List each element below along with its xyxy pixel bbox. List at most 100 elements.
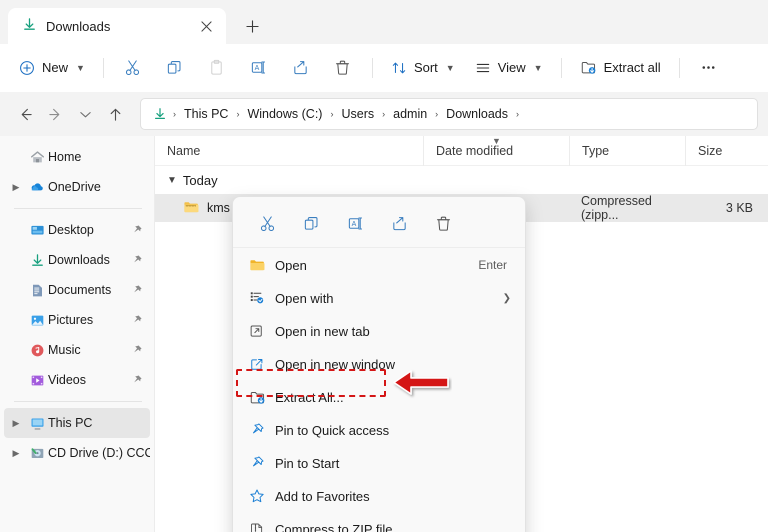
view-button[interactable]: View ▼ (466, 52, 552, 84)
pin-icon[interactable] (131, 314, 143, 326)
cut-icon[interactable] (113, 52, 153, 84)
cut-icon[interactable] (247, 207, 287, 239)
context-menu-item-label: Open in new tab (275, 323, 370, 339)
desktop-icon (26, 223, 48, 238)
share-icon[interactable] (379, 207, 419, 239)
context-menu-item-compress-to-zip[interactable]: Compress to ZIP file (237, 513, 521, 532)
pictures-icon (26, 313, 48, 328)
copy-icon[interactable] (291, 207, 331, 239)
sidebar-item-label: Home (48, 150, 82, 164)
column-header-size[interactable]: Size (685, 135, 763, 166)
sidebar-item-onedrive[interactable]: ▶ OneDrive (4, 172, 150, 202)
context-menu-item-label: Add to Favorites (275, 488, 370, 504)
extract-all-button[interactable]: Extract all (571, 52, 670, 84)
context-menu-item-label: Compress to ZIP file (275, 521, 393, 532)
sort-indicator-icon: ▼ (492, 135, 501, 146)
new-tab-button[interactable] (236, 10, 268, 42)
pin-icon[interactable] (131, 224, 143, 236)
sidebar-item-videos[interactable]: Videos (4, 365, 150, 395)
context-menu-item-extract-all[interactable]: Extract All... (237, 381, 521, 413)
toolbar-divider-2 (371, 57, 373, 78)
pin-icon[interactable] (131, 254, 143, 266)
pin-icon (249, 422, 275, 438)
chevron-down-icon[interactable]: ▼ (167, 175, 177, 186)
sidebar-item-label: Videos (48, 373, 86, 387)
delete-icon[interactable] (423, 207, 463, 239)
sidebar-item-cd-drive[interactable]: ▶ CD Drive (D:) CCCC (4, 438, 150, 468)
column-header-label: Type (582, 143, 610, 158)
breadcrumb-item-this-pc[interactable]: This PC (179, 105, 233, 123)
sidebar-item-this-pc[interactable]: ▶ This PC (4, 408, 150, 438)
copy-icon[interactable] (155, 52, 195, 84)
recent-locations-icon[interactable] (70, 99, 100, 129)
tab-title: Downloads (46, 18, 111, 34)
context-menu-item-pin-to-start[interactable]: Pin to Start (237, 447, 521, 479)
documents-icon (26, 283, 48, 298)
chevron-down-icon: ▼ (445, 62, 455, 73)
sidebar-item-pictures[interactable]: Pictures (4, 305, 150, 335)
forward-arrow-icon[interactable] (40, 99, 70, 129)
context-menu-item-open[interactable]: Open Enter (237, 249, 521, 281)
breadcrumb-separator: › (236, 109, 240, 119)
sidebar-item-downloads[interactable]: Downloads (4, 245, 150, 275)
extract-all-label: Extract all (603, 60, 661, 75)
context-menu-icon-row: A (233, 201, 525, 248)
rename-icon[interactable]: A (239, 52, 279, 84)
more-options-button[interactable] (689, 52, 729, 84)
back-arrow-icon[interactable] (10, 99, 40, 129)
column-header-date-modified[interactable]: ▼ Date modified (423, 135, 569, 166)
svg-text:A: A (351, 220, 356, 227)
file-size-cell: 3 KB (725, 201, 753, 215)
column-header-type[interactable]: Type (569, 135, 685, 166)
chevron-right-icon: ❯ (502, 292, 511, 304)
file-type-cell: Compressed (zipp... (581, 194, 652, 222)
up-arrow-icon[interactable] (100, 99, 130, 129)
column-header-label: Date modified (436, 143, 514, 158)
sidebar-item-label: Music (48, 343, 81, 357)
column-header-name[interactable]: Name (155, 136, 423, 166)
sidebar-item-label: Desktop (48, 223, 94, 237)
sidebar-item-desktop[interactable]: Desktop (4, 215, 150, 245)
pin-icon[interactable] (131, 374, 143, 386)
context-menu-item-label: Pin to Start (275, 455, 340, 471)
group-header-today[interactable]: ▼ Today (155, 166, 768, 194)
chevron-right-icon[interactable]: ▶ (6, 418, 26, 429)
breadcrumb-item-downloads[interactable]: Downloads (441, 105, 513, 123)
context-menu-item-open-in-new-window[interactable]: Open in new window (237, 348, 521, 380)
breadcrumb[interactable]: › This PC › Windows (C:) › Users › admin… (140, 98, 758, 130)
toolbar-divider-3 (560, 57, 562, 78)
chevron-down-icon: ▼ (76, 62, 85, 73)
context-menu-item-add-to-favorites[interactable]: Add to Favorites (237, 480, 521, 512)
delete-icon[interactable] (323, 52, 363, 84)
chevron-right-icon[interactable]: ▶ (6, 448, 26, 459)
rename-icon[interactable]: A (335, 207, 375, 239)
open-with-icon (249, 290, 275, 306)
sidebar-item-home[interactable]: Home (4, 142, 150, 172)
music-icon (26, 343, 48, 358)
column-header-label: Size (698, 143, 723, 158)
tab-downloads[interactable]: Downloads (8, 8, 226, 44)
breadcrumb-item-admin[interactable]: admin (388, 105, 432, 123)
sidebar-item-label: Documents (48, 283, 112, 297)
sidebar-item-music[interactable]: Music (4, 335, 150, 365)
pin-icon[interactable] (131, 344, 143, 356)
toolbar-divider (102, 57, 104, 78)
sidebar-item-label: OneDrive (48, 180, 101, 194)
new-button[interactable]: New ▼ (10, 52, 94, 84)
close-icon[interactable] (194, 14, 218, 38)
breadcrumb-item-windows-c[interactable]: Windows (C:) (242, 105, 327, 123)
context-menu-item-open-in-new-tab[interactable]: Open in new tab (237, 315, 521, 347)
sidebar-item-documents[interactable]: Documents (4, 275, 150, 305)
chevron-right-icon[interactable]: ▶ (6, 182, 26, 193)
context-menu-item-open-with[interactable]: Open with ❯ (237, 282, 521, 314)
pin-icon[interactable] (131, 284, 143, 296)
folder-icon (249, 257, 275, 273)
context-menu-item-pin-to-quick-access[interactable]: Pin to Quick access (237, 414, 521, 446)
address-bar: › This PC › Windows (C:) › Users › admin… (0, 92, 768, 136)
navigation-pane: Home ▶ OneDrive Desktop Downloads Docume… (0, 136, 155, 532)
share-icon[interactable] (281, 52, 321, 84)
chevron-down-icon: ▼ (533, 62, 543, 73)
breadcrumb-item-users[interactable]: Users (336, 105, 379, 123)
sort-button[interactable]: Sort ▼ (382, 52, 464, 84)
cd-drive-icon (26, 446, 48, 461)
